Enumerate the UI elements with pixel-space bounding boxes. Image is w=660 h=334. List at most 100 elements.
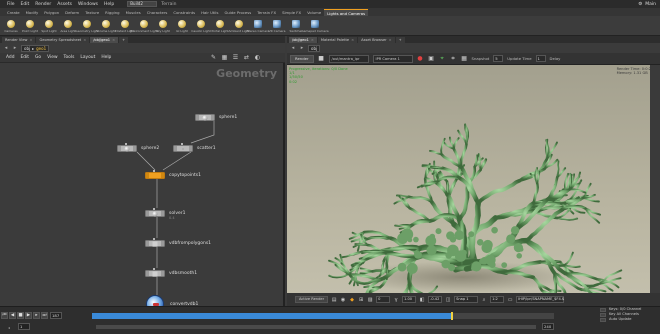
shelf-tab[interactable]: Volume xyxy=(304,9,324,16)
path-field[interactable]: obj xyxy=(308,44,321,52)
network-menu-add[interactable]: Add xyxy=(3,55,18,60)
menu-file[interactable]: File xyxy=(4,2,18,7)
shelf-tab[interactable]: Texture xyxy=(82,9,102,16)
end-frame-field[interactable]: 240 xyxy=(542,323,554,330)
node-scatter1[interactable]: scatter1 xyxy=(173,143,233,152)
grid-icon[interactable]: ▦ xyxy=(221,54,228,61)
list-icon[interactable]: ☰ xyxy=(232,54,239,61)
gear-icon[interactable]: ⚙ xyxy=(638,2,642,7)
node-vdbfrompolygons1[interactable]: vdbfrompolygons1 xyxy=(145,238,225,247)
shelf-tab[interactable]: Hair Utils xyxy=(198,9,221,16)
menu-edit[interactable]: Edit xyxy=(18,2,33,7)
renderer-select[interactable]: /out/mantra_ipr xyxy=(328,54,369,63)
shelf-tab[interactable]: Muscles xyxy=(123,9,144,16)
snap-icon[interactable]: ◫ xyxy=(445,297,451,303)
shelf-tool[interactable]: Sky Light xyxy=(154,16,172,36)
path-obj[interactable]: obj xyxy=(311,46,317,51)
node-vdbsmooth1[interactable]: vdbsmooth1 xyxy=(145,268,215,277)
menu-help[interactable]: Help xyxy=(101,2,117,7)
network-menu-edit[interactable]: Edit xyxy=(18,55,33,60)
auto-update-icon[interactable] xyxy=(600,317,606,322)
step-forward-icon[interactable]: ▸ xyxy=(33,311,40,319)
output-path-field[interactable]: IHIP/ipr/SNAPNAME_$F4.$ xyxy=(516,296,564,303)
path-field[interactable]: obj ▸ geo1 xyxy=(21,44,50,52)
render-viewport[interactable]: Progressive, iterations: 0/0 Done 1/1 1/… xyxy=(287,65,655,293)
grid-icon[interactable]: ▦ xyxy=(461,55,468,62)
menu-windows[interactable]: Windows xyxy=(75,2,101,7)
active-render-button[interactable]: Active Render xyxy=(295,296,329,303)
shelf-tab[interactable]: Polygon xyxy=(41,9,62,16)
update-time-field[interactable]: 1 xyxy=(535,55,546,62)
timeline-track[interactable] xyxy=(92,312,554,320)
crop-icon[interactable]: ⌗ xyxy=(450,55,457,62)
shelf-tool[interactable]: Spot Light xyxy=(40,16,58,36)
shelf-tool[interactable]: VR Camera xyxy=(268,16,286,36)
shelf-tool[interactable]: Caustic Light xyxy=(191,16,211,36)
shelf-tab[interactable]: Guide Process xyxy=(221,9,254,16)
range-start-icon[interactable]: ◂ xyxy=(8,325,10,330)
snapshot-field[interactable]: 5 xyxy=(493,55,504,62)
network-menu-go[interactable]: Go xyxy=(32,55,44,60)
menu-render[interactable]: Render xyxy=(32,2,54,7)
network-menu-layout[interactable]: Layout xyxy=(77,55,98,60)
network-menu-tools[interactable]: Tools xyxy=(61,55,78,60)
auto-update-label[interactable]: Auto Update xyxy=(609,317,632,322)
adjust-icon[interactable]: ◧ xyxy=(419,297,425,303)
gamma-field[interactable]: 1.00 xyxy=(402,296,417,303)
current-frame-marker[interactable] xyxy=(450,312,453,320)
start-frame-field[interactable]: 1 xyxy=(18,323,30,330)
gamma-icon[interactable]: γ xyxy=(393,297,399,303)
current-frame-field[interactable]: 187 xyxy=(50,311,62,319)
first-frame-icon[interactable]: ⏮ xyxy=(1,311,8,319)
shelf-tab[interactable]: Deform xyxy=(62,9,82,16)
camera-select[interactable]: IPR Camera 1 xyxy=(372,54,413,63)
viewport-scrollbar[interactable] xyxy=(650,65,655,293)
path-geo[interactable]: geo1 xyxy=(36,46,46,51)
main-label[interactable]: Main xyxy=(645,2,656,7)
range-slider[interactable] xyxy=(96,325,536,329)
forward-arrow-icon[interactable]: ▸ xyxy=(12,45,18,51)
shelf-tab[interactable]: Simple FX xyxy=(279,9,304,16)
shelf-tool[interactable]: Area Light xyxy=(59,16,77,36)
save-icon[interactable]: ▭ xyxy=(507,297,513,303)
color-icon[interactable]: ◆ xyxy=(349,297,355,303)
play-icon[interactable]: ▶ xyxy=(25,311,32,319)
shelf-tool[interactable]: Ambient Light xyxy=(228,16,250,36)
shelf-tool[interactable]: Gamepad Camera xyxy=(301,16,329,36)
key-icon[interactable] xyxy=(600,307,606,312)
wrench-icon[interactable]: ✎ xyxy=(210,54,217,61)
menu-assets[interactable]: Assets xyxy=(54,2,75,7)
key-icon[interactable] xyxy=(600,312,606,317)
lut-icon[interactable]: ▨ xyxy=(367,297,373,303)
node-solver1[interactable]: solver1 0.4 xyxy=(145,208,205,220)
render-button[interactable]: Render xyxy=(290,54,314,63)
link-icon[interactable]: ⇄ xyxy=(243,54,250,61)
shelf-tool[interactable]: Geometry Light xyxy=(75,16,99,36)
shelf-tab[interactable]: Constraints xyxy=(170,9,198,16)
network-menu-help[interactable]: Help xyxy=(98,55,114,60)
node-copytopoints1[interactable]: copytopoints1 xyxy=(145,170,225,179)
shelf-tab[interactable]: Characters xyxy=(144,9,171,16)
exposure-field[interactable]: 0 xyxy=(376,296,391,303)
shelf-tab[interactable]: Rigging xyxy=(102,9,122,16)
stop-icon[interactable]: ■ xyxy=(17,311,24,319)
shelf-tool[interactable]: Switcher xyxy=(287,16,305,36)
pick-icon[interactable]: ⌖ xyxy=(439,55,446,62)
shelf-tool[interactable]: Stereo Camera xyxy=(247,16,269,36)
palette-icon[interactable]: ◐ xyxy=(254,54,261,61)
record-icon[interactable]: ● xyxy=(417,55,424,62)
back-arrow-icon[interactable]: ◂ xyxy=(290,45,296,51)
shelf-tool[interactable]: Distant Light xyxy=(115,16,135,36)
shelf-tool[interactable]: Environment Light xyxy=(130,16,158,36)
shelf-tool[interactable]: Portal Light xyxy=(211,16,229,36)
back-arrow-icon[interactable]: ◂ xyxy=(3,45,9,51)
network-editor[interactable]: Geometry sphere1 sphere2 scatter1 copyto… xyxy=(0,63,283,306)
last-frame-icon[interactable]: ⏭ xyxy=(41,311,48,319)
desktop-selector[interactable]: Build2 xyxy=(127,1,158,7)
flipbook-icon[interactable]: ▤ xyxy=(331,297,337,303)
shelf-tab[interactable]: Create xyxy=(4,9,23,16)
path-obj[interactable]: obj xyxy=(24,46,30,51)
step-back-icon[interactable]: ◀ xyxy=(9,311,16,319)
zoom-field[interactable]: 1:2 xyxy=(490,296,505,303)
stop-icon[interactable]: ■ xyxy=(318,55,325,62)
